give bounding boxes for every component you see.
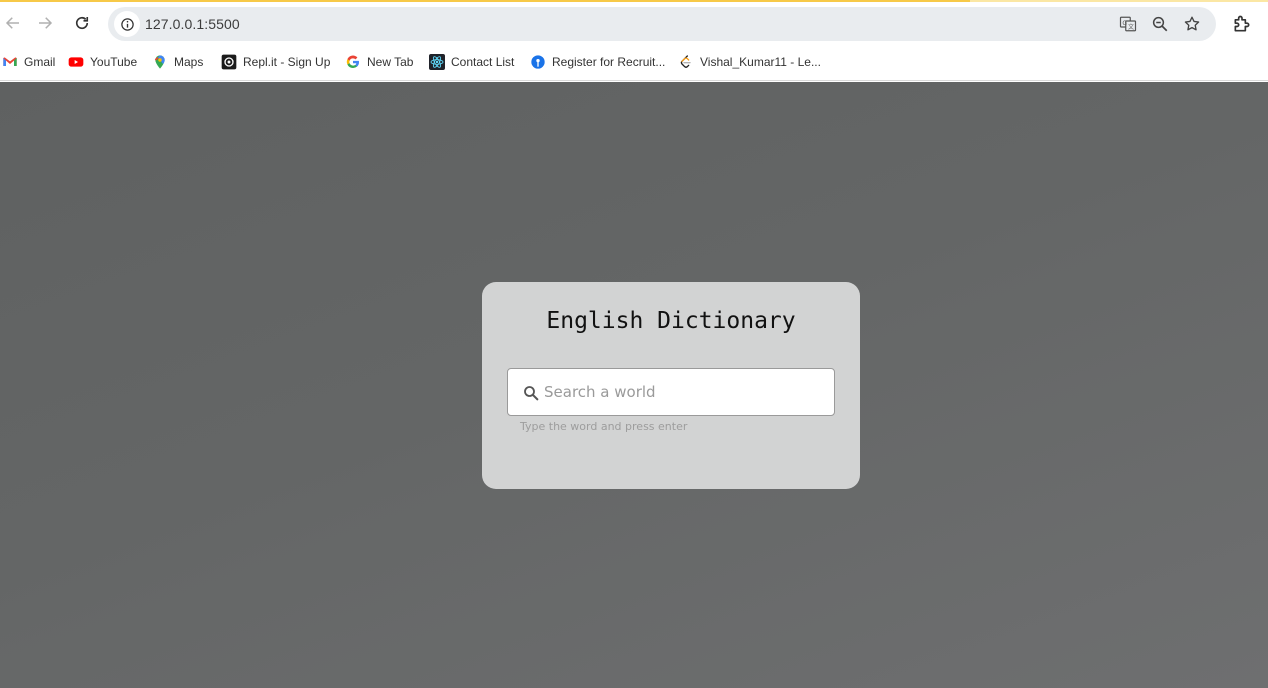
back-button[interactable] <box>0 10 26 36</box>
bookmark-new-tab[interactable]: New Tab <box>345 53 413 71</box>
star-icon <box>1184 16 1200 31</box>
react-icon <box>429 54 445 70</box>
bookmark-label: Maps <box>174 55 204 69</box>
bookmarks-bar: Gmail YouTube Maps Repl.it - Sign Up New… <box>0 44 1268 81</box>
search-hint: Type the word and press enter <box>520 420 688 433</box>
bookmark-leetcode[interactable]: Vishal_Kumar11 - Le... <box>678 53 821 71</box>
puzzle-icon <box>1234 15 1250 32</box>
bookmark-label: New Tab <box>367 55 414 69</box>
page-title: English Dictionary <box>546 308 796 334</box>
zoom-out-icon <box>1152 16 1168 32</box>
forward-arrow-icon <box>39 17 53 29</box>
translate-button[interactable]: G文 <box>1118 14 1138 34</box>
forward-button[interactable] <box>32 10 58 36</box>
bookmark-label: Vishal_Kumar11 - Le... <box>700 55 821 69</box>
maps-icon <box>152 54 168 70</box>
browser-toolbar: 127.0.0.1:5500 G文 <box>0 2 1268 44</box>
reload-button[interactable] <box>69 10 95 36</box>
translate-icon: G文 <box>1119 16 1137 32</box>
svg-text:文: 文 <box>1128 23 1134 31</box>
search-icon <box>524 386 539 401</box>
bookmark-gmail[interactable]: Gmail <box>2 53 55 71</box>
google-icon <box>345 54 361 70</box>
bookmark-maps[interactable]: Maps <box>152 53 203 71</box>
bookmark-replit[interactable]: Repl.it - Sign Up <box>221 53 330 71</box>
gmail-icon <box>2 54 18 70</box>
reload-icon <box>75 16 89 30</box>
dictionary-card: English Dictionary Type the word and pre… <box>482 282 860 489</box>
back-arrow-icon <box>5 17 19 29</box>
bookmark-label: Register for Recruit... <box>552 55 666 69</box>
url-text[interactable]: 127.0.0.1:5500 <box>145 16 240 32</box>
extensions-button[interactable] <box>1230 12 1254 36</box>
bookmark-youtube[interactable]: YouTube <box>68 53 137 71</box>
svg-text:G: G <box>1122 20 1127 27</box>
zoom-button[interactable] <box>1150 14 1170 34</box>
bookmark-label: Contact List <box>451 55 515 69</box>
search-input[interactable] <box>544 369 824 415</box>
youtube-icon <box>68 54 84 70</box>
replit-icon <box>221 54 237 70</box>
bookmark-register-recruit[interactable]: Register for Recruit... <box>530 53 665 71</box>
bookmark-label: Repl.it - Sign Up <box>243 55 331 69</box>
sbi-icon <box>530 54 546 70</box>
leetcode-icon <box>678 54 694 70</box>
address-bar[interactable]: 127.0.0.1:5500 G文 <box>108 7 1216 41</box>
site-info-button[interactable] <box>114 11 140 37</box>
bookmark-label: YouTube <box>90 55 138 69</box>
bookmark-contact-list[interactable]: Contact List <box>429 53 514 71</box>
bookmark-label: Gmail <box>24 55 56 69</box>
info-icon <box>120 17 134 31</box>
search-box[interactable] <box>507 368 835 416</box>
bookmark-star-button[interactable] <box>1182 14 1202 34</box>
page-background: English Dictionary Type the word and pre… <box>0 82 1268 688</box>
